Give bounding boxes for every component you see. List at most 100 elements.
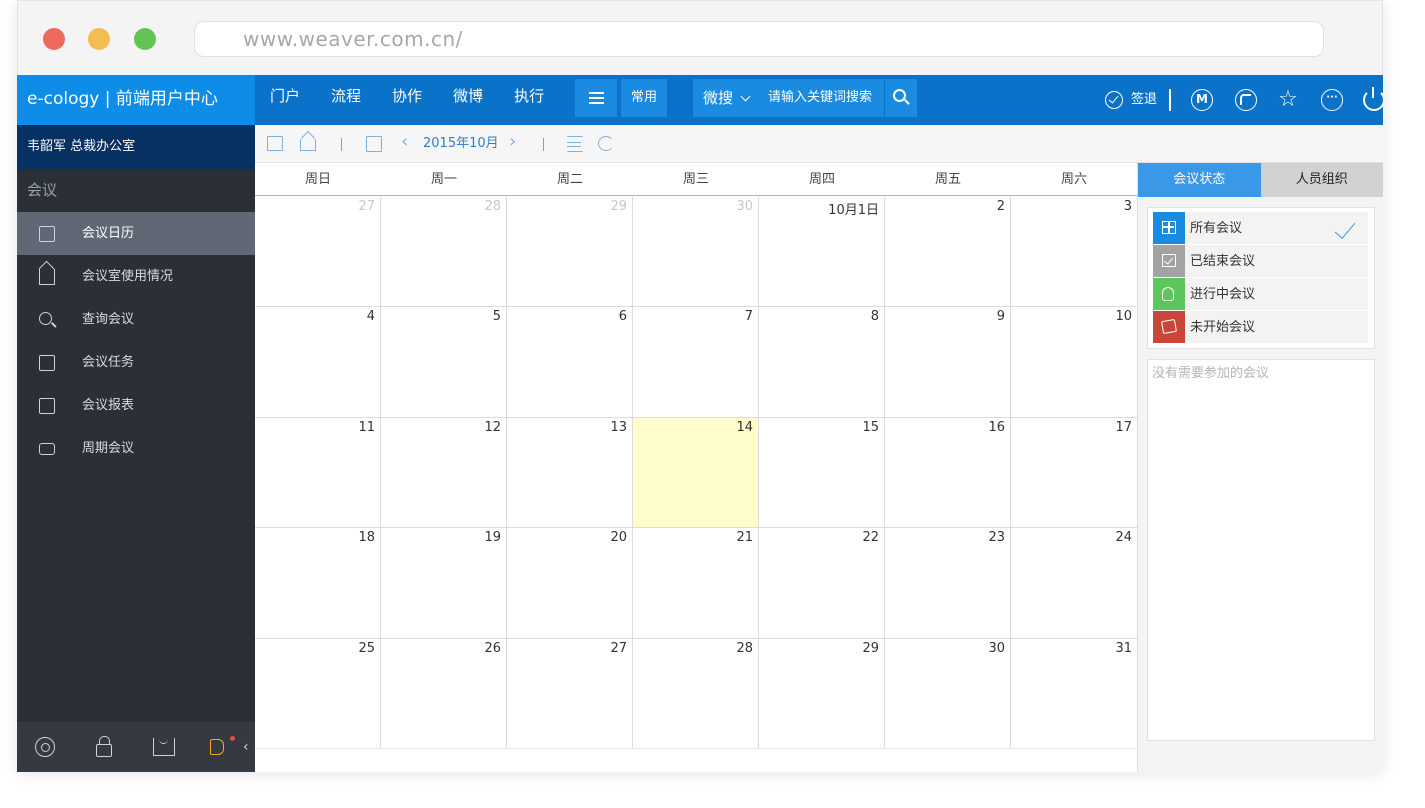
calendar-day[interactable]: 16 xyxy=(885,417,1011,528)
calendar-day[interactable]: 6 xyxy=(507,307,633,417)
weekday-label: 周六 xyxy=(1060,172,1087,187)
calendar-week-row: 25 26 27 28 29 30 31 xyxy=(255,638,1137,749)
more-icon[interactable]: ··· xyxy=(1321,89,1343,111)
check-circle-icon xyxy=(1105,91,1123,109)
meeting-status-list: 所有会议 已结束会议 进行中会议 未开始会议 xyxy=(1147,207,1375,349)
calendar-day[interactable]: 24 xyxy=(1011,528,1137,637)
user-info[interactable]: 韦韶军 总裁办公室 xyxy=(17,125,255,169)
search-type-select[interactable]: 微搜 xyxy=(693,79,758,117)
calendar-day[interactable]: 4 xyxy=(255,307,381,417)
new-folder-icon[interactable] xyxy=(267,136,283,151)
calendar-day[interactable]: 29 xyxy=(759,638,885,748)
sidebar-item-periodic-meeting[interactable]: 周期会议 xyxy=(17,427,255,470)
brand-title[interactable]: e-cology | 前端用户中心 xyxy=(17,75,255,125)
calendar-day[interactable]: 26 xyxy=(381,638,507,748)
settings-icon[interactable] xyxy=(35,737,55,757)
sidebar-item-label: 会议报表 xyxy=(82,398,135,413)
chevron-right-icon[interactable]: › xyxy=(509,133,516,151)
calendar-day[interactable]: 5 xyxy=(381,307,507,417)
calendar-day[interactable]: 27 xyxy=(255,197,381,307)
calendar-view-icon[interactable] xyxy=(366,136,382,152)
sidebar-item-label: 周期会议 xyxy=(82,441,135,456)
task-icon xyxy=(39,355,55,371)
calendar-day[interactable]: 30 xyxy=(633,197,759,307)
calendar-day[interactable]: 18 xyxy=(255,528,381,638)
calendar-day[interactable]: 9 xyxy=(885,307,1011,417)
calendar-day[interactable]: 19 xyxy=(381,528,507,638)
sidebar-item-meeting-tasks[interactable]: 会议任务 xyxy=(17,341,255,384)
calendar-day[interactable]: 3 xyxy=(1011,197,1137,306)
close-window-button[interactable] xyxy=(43,28,65,50)
sidebar-item-meeting-calendar[interactable]: 会议日历 xyxy=(17,212,255,255)
chevron-down-icon xyxy=(740,91,751,102)
status-item-in-progress[interactable]: 进行中会议 xyxy=(1153,278,1368,311)
lock-icon[interactable] xyxy=(96,736,112,757)
calendar-day[interactable]: 7 xyxy=(633,307,759,417)
calendar-day[interactable]: 31 xyxy=(1011,639,1137,748)
calendar-day[interactable]: 17 xyxy=(1011,418,1137,527)
globe-icon[interactable] xyxy=(1235,89,1257,111)
search-input[interactable]: 请输入关键词搜索 xyxy=(758,79,884,117)
calendar-day[interactable]: 29 xyxy=(507,197,633,307)
tab-meeting-status[interactable]: 会议状态 xyxy=(1138,163,1261,197)
home-icon[interactable] xyxy=(300,139,316,151)
calendar-day[interactable]: 27 xyxy=(507,638,633,748)
status-item-ended[interactable]: 已结束会议 xyxy=(1153,245,1368,278)
calendar-day[interactable]: 23 xyxy=(885,528,1011,638)
shirt-icon[interactable] xyxy=(153,738,175,756)
nav-item-collaboration[interactable]: 协作 xyxy=(377,75,437,125)
calendar-day[interactable]: 22 xyxy=(759,528,885,638)
calendar-day[interactable]: 20 xyxy=(507,528,633,638)
common-button[interactable]: 常用 xyxy=(621,79,667,117)
calendar-day[interactable]: 30 xyxy=(885,638,1011,748)
calendar-day[interactable]: 15 xyxy=(759,417,885,528)
current-month: 2015年10月 xyxy=(423,136,499,151)
search-button[interactable] xyxy=(884,79,917,117)
chevron-left-icon[interactable]: ‹ xyxy=(401,133,408,151)
calendar-day[interactable]: 12 xyxy=(381,417,507,528)
calendar-day[interactable]: 2 xyxy=(885,197,1011,307)
calendar-day[interactable]: 21 xyxy=(633,528,759,638)
nav-item-microblog[interactable]: 微博 xyxy=(438,75,498,125)
calendar-day[interactable]: 8 xyxy=(759,307,885,417)
calendar-day[interactable]: 10月1日 xyxy=(759,197,885,307)
sidebar-item-room-usage[interactable]: 会议室使用情况 xyxy=(17,255,255,298)
sidebar-item-search-meeting[interactable]: 查询会议 xyxy=(17,298,255,341)
status-label: 已结束会议 xyxy=(1190,254,1256,269)
m-circle-icon[interactable]: M xyxy=(1191,89,1213,111)
calendar-week-row: 4 5 6 7 8 9 10 xyxy=(255,307,1137,418)
sidebar-item-label: 查询会议 xyxy=(82,312,135,327)
tag-icon xyxy=(1160,318,1178,335)
minimize-window-button[interactable] xyxy=(88,28,110,50)
calendar-day-today[interactable]: 14 xyxy=(633,417,759,528)
calendar-day[interactable]: 10 xyxy=(1011,307,1137,416)
nav-item-workflow[interactable]: 流程 xyxy=(316,75,376,125)
nav-item-portal[interactable]: 门户 xyxy=(255,75,315,125)
power-icon[interactable] xyxy=(1363,87,1383,111)
main-nav: 门户 流程 协作 微博 执行 xyxy=(255,75,560,125)
calendar-day[interactable]: 11 xyxy=(255,417,381,528)
status-item-all[interactable]: 所有会议 xyxy=(1153,212,1368,245)
room-icon xyxy=(39,269,55,285)
calendar-toolbar: ‹ 2015年10月 › xyxy=(255,125,1383,163)
speaker-icon[interactable] xyxy=(210,739,224,755)
calendar-day[interactable]: 25 xyxy=(255,638,381,748)
top-bar: e-cology | 前端用户中心 门户 流程 协作 微博 执行 常用 微搜 请… xyxy=(17,75,1383,125)
menu-button[interactable] xyxy=(575,79,617,117)
calendar-day[interactable]: 28 xyxy=(381,197,507,307)
collapse-sidebar-button[interactable]: ‹ xyxy=(243,740,249,754)
search-type-label: 微搜 xyxy=(703,89,734,107)
sidebar-item-meeting-report[interactable]: 会议报表 xyxy=(17,384,255,427)
refresh-icon[interactable] xyxy=(598,136,614,151)
star-icon[interactable]: ☆ xyxy=(1277,89,1299,111)
calendar-day[interactable]: 13 xyxy=(507,417,633,528)
status-item-not-started[interactable]: 未开始会议 xyxy=(1153,311,1368,344)
tab-personnel[interactable]: 人员组织 xyxy=(1260,163,1383,197)
address-bar[interactable]: www.weaver.com.cn/ xyxy=(194,21,1324,57)
maximize-window-button[interactable] xyxy=(134,28,156,50)
calendar-day[interactable]: 28 xyxy=(633,638,759,748)
weekday-label: 周一 xyxy=(430,172,457,187)
nav-item-execution[interactable]: 执行 xyxy=(499,75,559,125)
list-view-icon[interactable] xyxy=(567,136,583,152)
weekday-label: 周四 xyxy=(808,172,835,187)
